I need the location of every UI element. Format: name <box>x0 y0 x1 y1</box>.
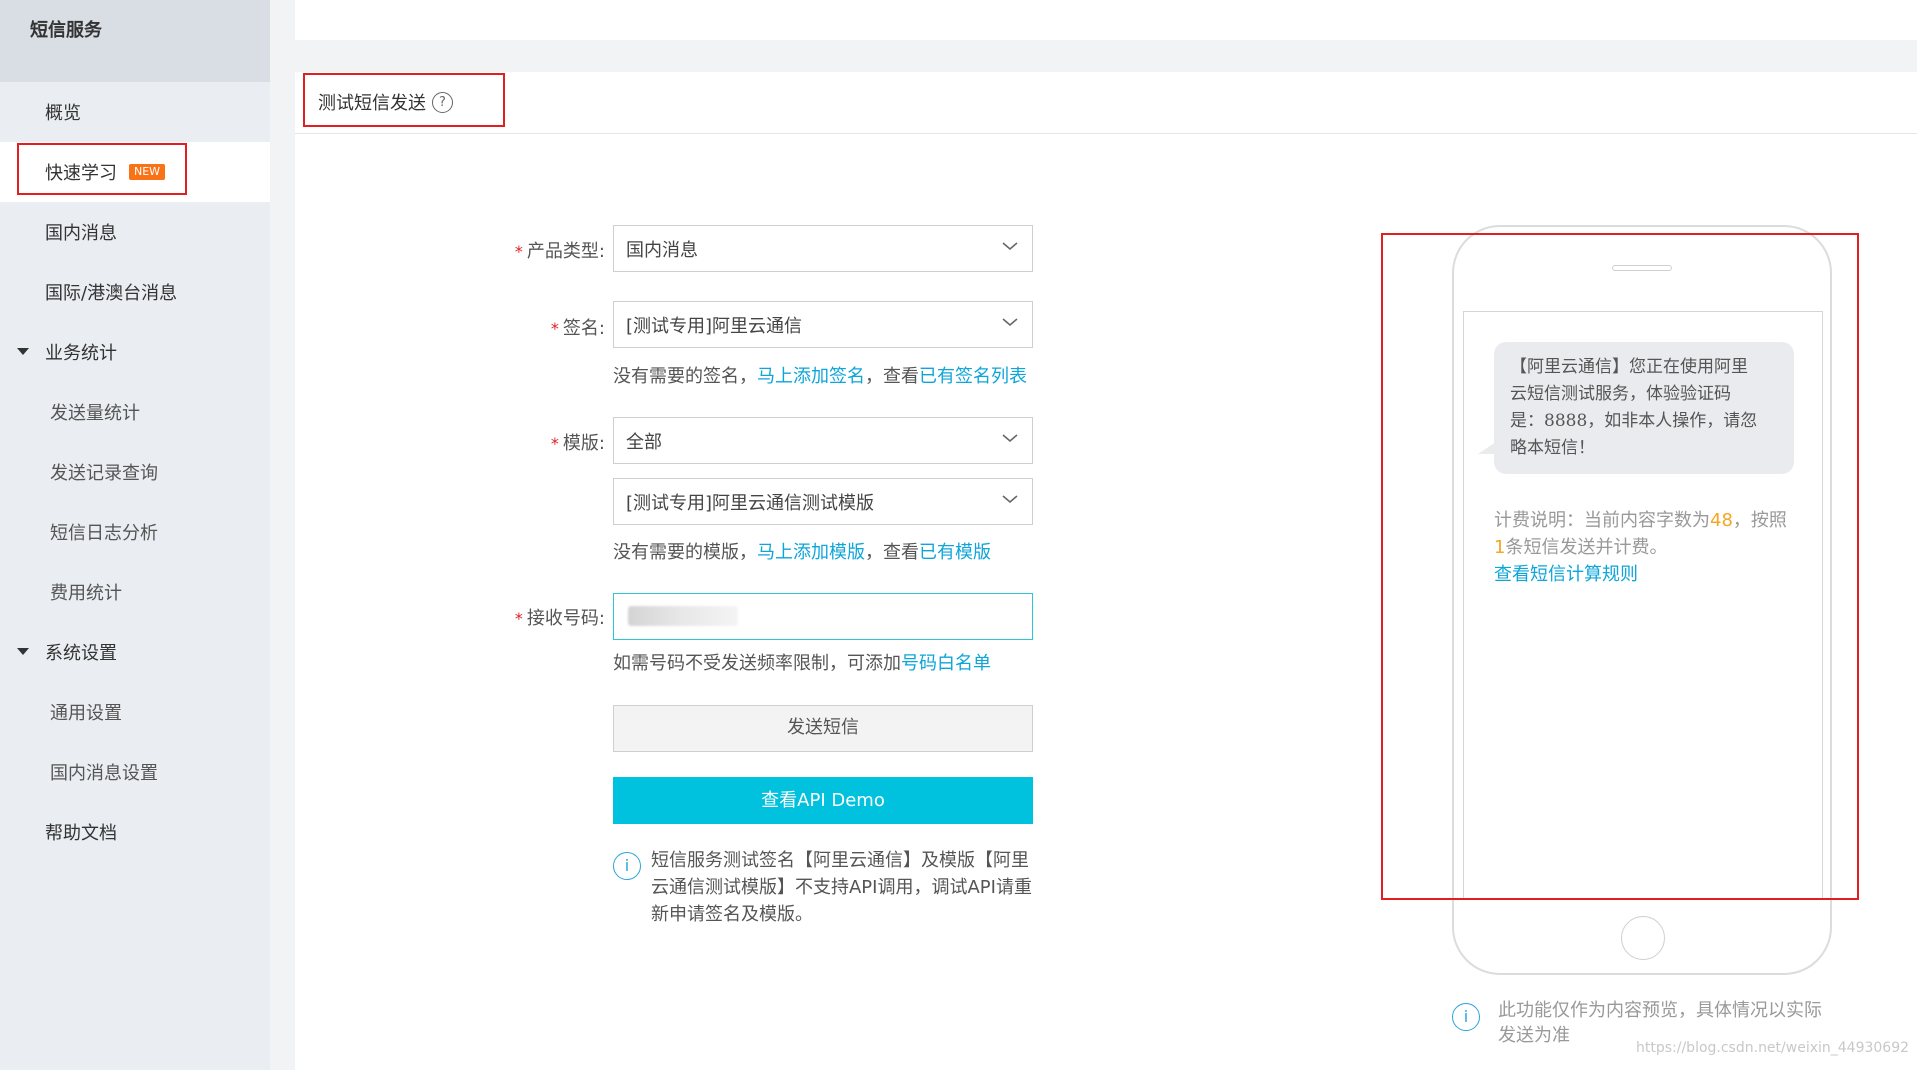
template-filter-select[interactable]: 全部 <box>613 417 1033 464</box>
note-line: 新申请签名及模版。 <box>651 904 813 925</box>
api-note: 短信服务测试签名【阿里云通信】及模版【阿里 云通信测试模版】不支持API调用，调… <box>651 847 1051 928</box>
phone-number-input[interactable] <box>613 593 1033 640</box>
sidebar-item-cost-stats[interactable]: 费用统计 <box>0 562 270 622</box>
phone-hint: 如需号码不受发送频率限制，可添加号码白名单 <box>613 653 991 674</box>
info-icon: i <box>1452 1003 1480 1031</box>
redacted-phone-number <box>628 606 738 626</box>
add-signature-link[interactable]: 马上添加签名 <box>757 366 865 387</box>
product-type-label: * 产品类型: <box>514 241 605 262</box>
sidebar-title: 短信服务 <box>0 0 270 82</box>
select-value: 全部 <box>626 432 662 453</box>
watermark: https://blog.csdn.net/weixin_44930692 <box>1636 1040 1910 1056</box>
sidebar-item-international[interactable]: 国际/港澳台消息 <box>0 262 270 322</box>
caret-down-icon <box>17 348 29 355</box>
signature-select[interactable]: [测试专用]阿里云通信 <box>613 301 1033 348</box>
sidebar-item-log-analysis[interactable]: 短信日志分析 <box>0 502 270 562</box>
sidebar-item-label: 业务统计 <box>45 343 117 364</box>
signature-hint: 没有需要的签名，马上添加签名，查看已有签名列表 <box>613 366 1027 387</box>
sidebar: 短信服务 概览 快速学习 NEW 国内消息 国际/港澳台消息 业务统计 发送量统… <box>0 0 270 1070</box>
sidebar-item-label: 短信日志分析 <box>50 523 158 544</box>
sidebar-item-domestic[interactable]: 国内消息 <box>0 202 270 262</box>
whitelist-link[interactable]: 号码白名单 <box>901 653 991 674</box>
top-card <box>295 0 1917 40</box>
template-list-link[interactable]: 已有模版 <box>919 542 991 563</box>
panel-header: 测试短信发送 ? <box>295 72 1917 134</box>
sidebar-item-domestic-settings[interactable]: 国内消息设置 <box>0 742 270 802</box>
caret-down-icon <box>17 648 29 655</box>
footnote-line: 此功能仅作为内容预览，具体情况以实际 <box>1498 1000 1822 1021</box>
template-hint: 没有需要的模版，马上添加模版，查看已有模版 <box>613 542 991 563</box>
chevron-down-icon <box>1002 318 1018 327</box>
sidebar-item-label: 国内消息设置 <box>50 763 158 784</box>
sidebar-item-label: 概览 <box>45 103 81 124</box>
chevron-down-icon <box>1002 242 1018 251</box>
signature-label: * 签名: <box>550 318 605 339</box>
sidebar-item-overview[interactable]: 概览 <box>0 82 270 142</box>
chevron-down-icon <box>1002 434 1018 443</box>
highlight-box <box>1381 233 1859 900</box>
template-label: * 模版: <box>550 433 605 454</box>
sidebar-group-system-settings[interactable]: 系统设置 <box>0 622 270 682</box>
sidebar-item-send-records[interactable]: 发送记录查询 <box>0 442 270 502</box>
sidebar-item-general-settings[interactable]: 通用设置 <box>0 682 270 742</box>
sidebar-item-label: 系统设置 <box>45 643 117 664</box>
sidebar-item-label: 通用设置 <box>50 703 122 724</box>
sidebar-item-label: 国内消息 <box>45 223 117 244</box>
highlight-box <box>17 143 187 195</box>
select-value: [测试专用]阿里云通信测试模版 <box>626 493 875 514</box>
sidebar-item-help-docs[interactable]: 帮助文档 <box>0 802 270 862</box>
sidebar-item-label: 国际/港澳台消息 <box>45 283 178 304</box>
product-type-select[interactable]: 国内消息 <box>613 225 1033 272</box>
sidebar-item-label: 发送量统计 <box>50 403 140 424</box>
template-select[interactable]: [测试专用]阿里云通信测试模版 <box>613 478 1033 525</box>
sidebar-item-label: 帮助文档 <box>45 823 117 844</box>
phone-label: * 接收号码: <box>514 608 605 629</box>
api-demo-button[interactable]: 查看API Demo <box>613 777 1033 824</box>
note-line: 云通信测试模版】不支持API调用，调试API请重 <box>651 877 1032 898</box>
highlight-box <box>303 73 505 127</box>
phone-home-button <box>1621 916 1665 960</box>
select-value: 国内消息 <box>626 240 698 261</box>
signature-list-link[interactable]: 已有签名列表 <box>919 366 1027 387</box>
note-line: 短信服务测试签名【阿里云通信】及模版【阿里 <box>651 850 1029 871</box>
add-template-link[interactable]: 马上添加模版 <box>757 542 865 563</box>
send-sms-button[interactable]: 发送短信 <box>613 705 1033 752</box>
sidebar-item-label: 费用统计 <box>50 583 122 604</box>
sidebar-group-business-stats[interactable]: 业务统计 <box>0 322 270 382</box>
chevron-down-icon <box>1002 495 1018 504</box>
sidebar-item-label: 发送记录查询 <box>50 463 158 484</box>
info-icon: i <box>613 852 641 880</box>
select-value: [测试专用]阿里云通信 <box>626 316 803 337</box>
sidebar-item-send-volume[interactable]: 发送量统计 <box>0 382 270 442</box>
